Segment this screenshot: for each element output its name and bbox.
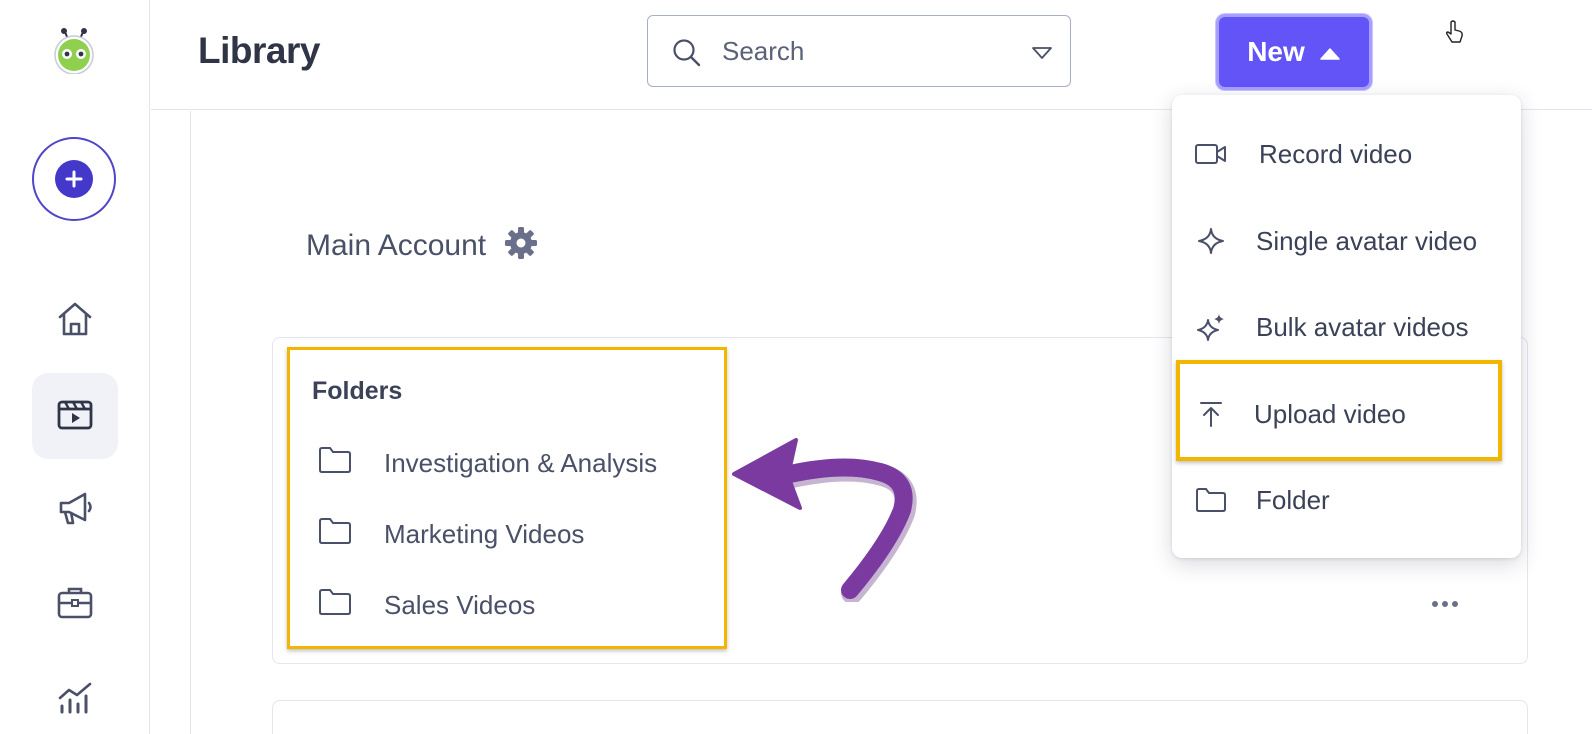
plus-icon xyxy=(55,160,93,198)
menu-item-single-avatar-video[interactable]: Single avatar video xyxy=(1172,206,1521,276)
menu-item-label: Upload video xyxy=(1254,398,1406,429)
sparkles-icon xyxy=(1194,314,1228,341)
chart-icon xyxy=(55,676,95,721)
folder-label: Sales Videos xyxy=(384,590,536,620)
briefcase-icon xyxy=(55,583,95,626)
folder-label: Investigation & Analysis xyxy=(384,448,658,478)
sidebar-item-campaigns[interactable] xyxy=(32,467,118,553)
menu-item-record-video[interactable]: Record video xyxy=(1172,119,1521,189)
new-menu-dropdown: Record video Single avatar video Bulk av… xyxy=(1172,95,1521,558)
caret-up-icon xyxy=(1319,36,1341,68)
folder-icon xyxy=(1194,488,1228,512)
megaphone-icon xyxy=(55,488,95,533)
new-button-label: New xyxy=(1247,36,1305,67)
sidebar-item-library[interactable] xyxy=(32,373,118,459)
folder-icon xyxy=(318,446,352,481)
search-icon xyxy=(672,38,702,73)
account-row: Main Account xyxy=(306,226,538,265)
sidebar-item-analytics[interactable] xyxy=(32,655,118,734)
hand-cursor-icon xyxy=(1445,20,1465,49)
page-title: Library xyxy=(198,30,320,71)
camera-icon xyxy=(1194,142,1228,166)
folder-icon xyxy=(318,588,352,623)
search-box[interactable] xyxy=(647,15,1071,87)
header: Library xyxy=(151,0,1592,110)
menu-item-upload-video[interactable]: Upload video xyxy=(1172,379,1521,449)
folders-heading: Folders xyxy=(312,377,403,405)
more-options-icon[interactable] xyxy=(1430,592,1460,621)
menu-item-label: Record video xyxy=(1259,138,1413,169)
video-library-icon xyxy=(55,396,95,437)
annotation-arrow-icon xyxy=(730,432,920,607)
menu-item-bulk-avatar-videos[interactable]: Bulk avatar videos xyxy=(1172,292,1521,362)
chevron-down-icon[interactable] xyxy=(1031,46,1053,65)
folder-item[interactable]: Sales Videos xyxy=(318,588,535,623)
account-name: Main Account xyxy=(306,228,487,262)
folder-label: Marketing Videos xyxy=(384,519,585,549)
create-button[interactable] xyxy=(32,137,116,221)
folder-item[interactable]: Investigation & Analysis xyxy=(318,446,657,481)
new-button[interactable]: New xyxy=(1216,14,1372,90)
folder-icon xyxy=(318,517,352,552)
menu-item-label: Single avatar video xyxy=(1256,225,1478,256)
upload-icon xyxy=(1194,402,1228,427)
sidebar xyxy=(0,0,150,734)
menu-item-label: Bulk avatar videos xyxy=(1256,311,1469,342)
search-input[interactable] xyxy=(722,34,1022,68)
robot-logo-icon[interactable] xyxy=(51,26,97,75)
home-icon xyxy=(55,300,95,343)
sidebar-item-home[interactable] xyxy=(32,278,118,364)
menu-item-folder[interactable]: Folder xyxy=(1172,465,1521,535)
gear-icon[interactable] xyxy=(504,226,538,265)
menu-item-label: Folder xyxy=(1256,484,1330,515)
sidebar-item-toolkit[interactable] xyxy=(32,561,118,647)
folder-item[interactable]: Marketing Videos xyxy=(318,517,584,552)
content-divider xyxy=(190,111,191,734)
videos-card xyxy=(272,700,1528,734)
sparkle-icon xyxy=(1194,228,1228,254)
